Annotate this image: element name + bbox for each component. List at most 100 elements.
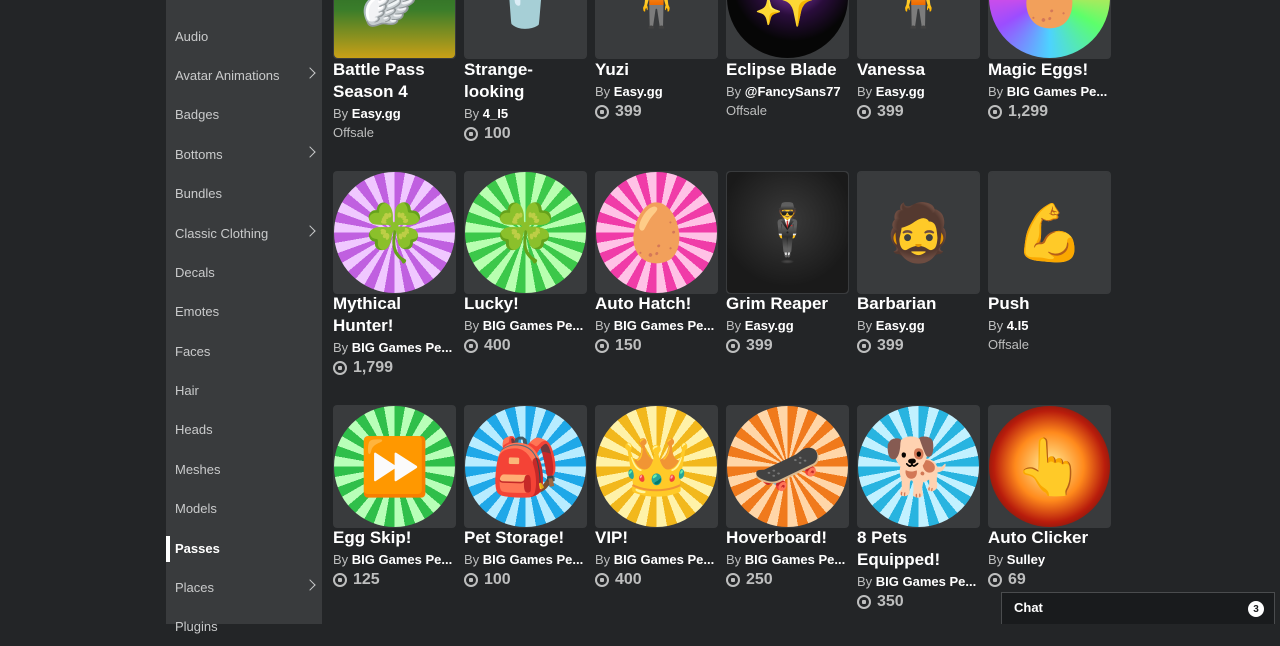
item-thumbnail[interactable]: 🎒: [464, 405, 587, 528]
creator-link[interactable]: 4.I5: [1007, 318, 1029, 333]
sidebar-item-audio[interactable]: Audio: [166, 17, 322, 56]
creator-link[interactable]: @FancySans77: [745, 84, 841, 99]
item-name[interactable]: Pet Storage!: [464, 527, 587, 549]
item-thumbnail[interactable]: 🍀: [464, 171, 587, 294]
chat-unread-badge: 3: [1248, 601, 1264, 617]
sidebar-item-label: Plugins: [175, 619, 218, 634]
sidebar-item-bottoms[interactable]: Bottoms: [166, 135, 322, 174]
sidebar-item-passes[interactable]: Passes: [166, 529, 322, 568]
sidebar-item-hair[interactable]: Hair: [166, 371, 322, 410]
thumbnail-art: 🍀: [334, 172, 455, 293]
hoverboard-icon: 🛹: [752, 434, 823, 498]
sidebar-item-avatar-animations[interactable]: Avatar Animations: [166, 56, 322, 95]
item-name[interactable]: Lucky!: [464, 293, 587, 315]
item-thumbnail[interactable]: 🪽: [333, 0, 456, 59]
green-clover-icon: 🍀: [490, 200, 561, 264]
robux-icon: [595, 339, 609, 353]
price-value: 100: [484, 125, 511, 142]
creator-link[interactable]: BIG Games Pe...: [745, 552, 845, 567]
sidebar-item-emotes[interactable]: Emotes: [166, 292, 322, 331]
creator-link[interactable]: Easy.gg: [876, 318, 925, 333]
thumbnail-art: 🎒: [465, 406, 586, 527]
robux-icon: [857, 595, 871, 609]
item-name[interactable]: Strange- looking: [464, 59, 587, 103]
item-thumbnail[interactable]: 🕴️: [726, 171, 849, 294]
item-thumbnail[interactable]: ✨: [726, 0, 849, 59]
sidebar-item-bundles[interactable]: Bundles: [166, 174, 322, 213]
item-thumbnail[interactable]: 🥚: [595, 171, 718, 294]
item-thumbnail[interactable]: ⏩: [333, 405, 456, 528]
sidebar-item-faces[interactable]: Faces: [166, 332, 322, 371]
creator-link[interactable]: Easy.gg: [614, 84, 663, 99]
item-name[interactable]: Auto Hatch!: [595, 293, 718, 315]
item-name[interactable]: Yuzi: [595, 59, 718, 81]
creator-link[interactable]: BIG Games Pe...: [352, 340, 452, 355]
sidebar-item-meshes[interactable]: Meshes: [166, 450, 322, 489]
item-name[interactable]: Grim Reaper: [726, 293, 849, 315]
item-name[interactable]: Auto Clicker: [988, 527, 1111, 549]
thumbnail-art: 🕴️: [727, 172, 848, 293]
sidebar-item-places[interactable]: Places: [166, 568, 322, 607]
creator-link[interactable]: 4_I5: [483, 106, 508, 121]
sidebar-item-models[interactable]: Models: [166, 489, 322, 528]
thumbnail-art: 🧔: [858, 172, 979, 293]
robux-icon: [988, 105, 1002, 119]
sidebar-item-classic-clothing[interactable]: Classic Clothing: [166, 214, 322, 253]
item-thumbnail[interactable]: 👆: [988, 405, 1111, 528]
item-thumbnail[interactable]: 🍀: [333, 171, 456, 294]
by-prefix: By: [464, 552, 480, 567]
creator-link[interactable]: Easy.gg: [745, 318, 794, 333]
item-name[interactable]: Battle Pass Season 4: [333, 59, 456, 103]
creator-link[interactable]: BIG Games Pe...: [483, 318, 583, 333]
sidebar-item-decals[interactable]: Decals: [166, 253, 322, 292]
magic-egg-icon: 🥚: [989, 0, 1110, 58]
creator-link[interactable]: Easy.gg: [876, 84, 925, 99]
thumbnail-art: 💪: [989, 172, 1110, 293]
price-value: 350: [877, 593, 904, 610]
item-thumbnail[interactable]: 🧔: [857, 171, 980, 294]
item-name[interactable]: Magic Eggs!: [988, 59, 1111, 81]
sidebar-item-heads[interactable]: Heads: [166, 410, 322, 449]
item-price: 69: [988, 571, 1026, 589]
item-name[interactable]: Vanessa: [857, 59, 980, 81]
item-name[interactable]: Barbarian: [857, 293, 980, 315]
creator-link[interactable]: Easy.gg: [352, 106, 401, 121]
item-thumbnail[interactable]: 🐕: [857, 405, 980, 528]
creator-link[interactable]: BIG Games Pe...: [614, 318, 714, 333]
thumbnail-art: 🥤: [465, 0, 586, 58]
item-name[interactable]: Hoverboard!: [726, 527, 849, 549]
item-name[interactable]: Push: [988, 293, 1111, 315]
by-prefix: By: [857, 84, 873, 99]
chat-bar[interactable]: Chat 3: [1001, 592, 1275, 624]
sidebar-item-label: Emotes: [175, 304, 220, 319]
vanessa-avatar-icon: 🧍: [858, 0, 979, 58]
creator-link[interactable]: BIG Games Pe...: [352, 552, 452, 567]
sidebar-item-label: Audio: [175, 29, 209, 44]
thumbnail-art: 🧍: [858, 0, 979, 58]
item-thumbnail[interactable]: 🧍: [595, 0, 718, 59]
item-name[interactable]: Egg Skip!: [333, 527, 456, 549]
by-prefix: By: [726, 552, 742, 567]
creator-link[interactable]: Sulley: [1007, 552, 1045, 567]
creator-link[interactable]: BIG Games Pe...: [483, 552, 583, 567]
item-thumbnail[interactable]: 🥤: [464, 0, 587, 59]
thumbnail-art: 🪽: [334, 0, 455, 58]
item-creator-line: By Sulley: [988, 552, 1111, 567]
creator-link[interactable]: BIG Games Pe...: [1007, 84, 1107, 99]
price-value: 125: [353, 571, 380, 588]
by-prefix: By: [988, 552, 1004, 567]
item-thumbnail[interactable]: 💪: [988, 171, 1111, 294]
item-thumbnail[interactable]: 🥚: [988, 0, 1111, 59]
item-name[interactable]: Eclipse Blade: [726, 59, 849, 81]
item-name[interactable]: Mythical Hunter!: [333, 293, 456, 337]
item-thumbnail[interactable]: 👑: [595, 405, 718, 528]
item-thumbnail[interactable]: 🛹: [726, 405, 849, 528]
item-name[interactable]: VIP!: [595, 527, 718, 549]
sidebar-item-plugins[interactable]: Plugins: [166, 607, 322, 646]
item-thumbnail[interactable]: 🧍: [857, 0, 980, 59]
sidebar-item-badges[interactable]: Badges: [166, 95, 322, 134]
creator-link[interactable]: BIG Games Pe...: [614, 552, 714, 567]
item-name[interactable]: 8 Pets Equipped!: [857, 527, 980, 571]
item-creator-line: By BIG Games Pe...: [333, 552, 456, 567]
creator-link[interactable]: BIG Games Pe...: [876, 574, 976, 589]
